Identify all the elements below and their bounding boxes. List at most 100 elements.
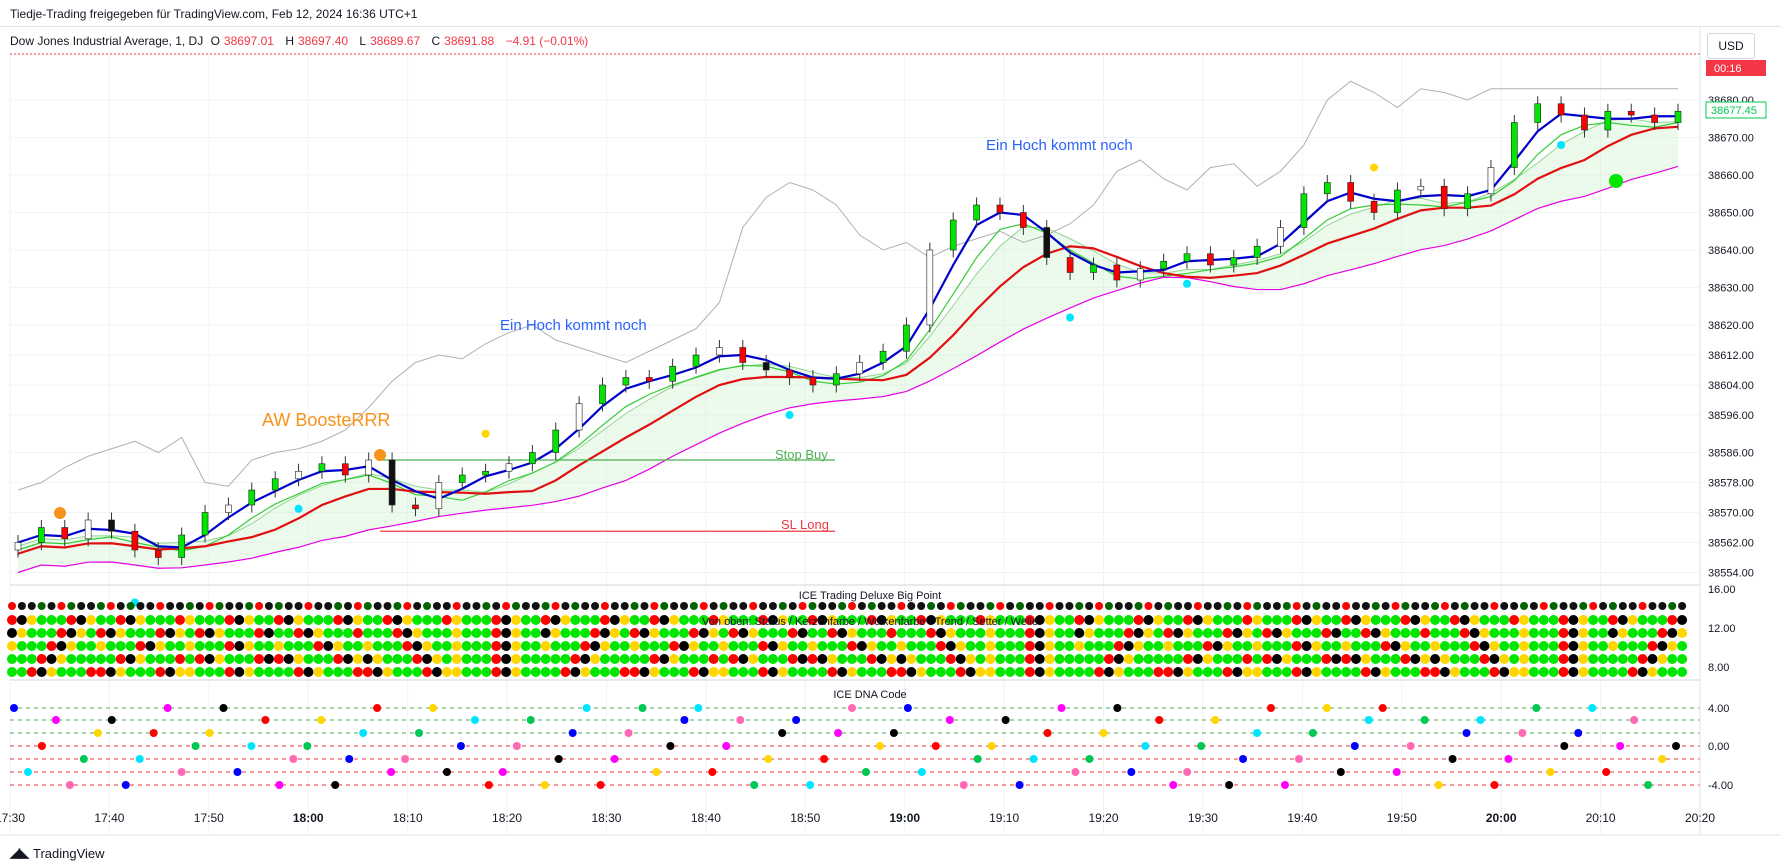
x-tick-label: 20:00 bbox=[1486, 811, 1517, 825]
status-dot bbox=[876, 667, 887, 677]
x-tick-label: 19:40 bbox=[1287, 811, 1317, 825]
big-point-dot bbox=[1460, 602, 1469, 610]
big-point-dot bbox=[1223, 602, 1232, 610]
price-axis[interactable]: 38680.0038670.0038660.0038650.0038640.00… bbox=[1699, 26, 1754, 835]
status-dot bbox=[1469, 641, 1480, 651]
big-point-dot bbox=[591, 602, 600, 610]
big-point-dot bbox=[1174, 602, 1183, 610]
status-dot bbox=[214, 667, 225, 677]
status-dot bbox=[115, 654, 126, 664]
annotation-sl-long: SL Long bbox=[781, 517, 829, 532]
status-dot bbox=[412, 628, 423, 638]
status-dot bbox=[1024, 654, 1035, 664]
status-dot bbox=[708, 654, 719, 664]
status-dot bbox=[343, 615, 353, 625]
big-point-dot bbox=[581, 602, 590, 610]
status-dot bbox=[1420, 654, 1431, 664]
status-dot bbox=[105, 615, 116, 625]
status-dot bbox=[1430, 628, 1441, 638]
status-dot bbox=[343, 654, 353, 664]
status-dot bbox=[283, 615, 294, 625]
candle-body bbox=[973, 204, 980, 221]
status-dot bbox=[273, 628, 284, 638]
status-dot bbox=[471, 628, 482, 638]
status-dot bbox=[728, 667, 739, 677]
status-dot bbox=[1637, 654, 1648, 664]
status-dot bbox=[856, 628, 867, 638]
status-dot bbox=[224, 641, 235, 651]
dna-dot bbox=[778, 729, 787, 737]
dna-dot bbox=[806, 781, 815, 789]
annotation-booster: AW BoosteRRR bbox=[262, 410, 390, 430]
annotation-stop-buy: Stop Buy bbox=[775, 447, 828, 462]
status-dot bbox=[669, 615, 680, 625]
x-tick-label: 17:40 bbox=[94, 811, 124, 825]
status-dot bbox=[412, 641, 423, 651]
dna-dot bbox=[722, 742, 731, 750]
status-dot bbox=[965, 667, 976, 677]
status-dot bbox=[1390, 654, 1401, 664]
status-dot bbox=[451, 628, 462, 638]
status-dot bbox=[1479, 654, 1490, 664]
big-point-dot bbox=[739, 602, 748, 610]
pane1-tick-label: 16.00 bbox=[1708, 584, 1736, 596]
status-dot bbox=[619, 654, 630, 664]
status-dot bbox=[451, 654, 462, 664]
status-dot bbox=[16, 641, 27, 651]
status-dot bbox=[313, 641, 324, 651]
status-dot bbox=[1410, 654, 1421, 664]
status-dot bbox=[1499, 641, 1510, 651]
status-dot bbox=[1538, 628, 1549, 638]
status-dot bbox=[1331, 667, 1342, 677]
status-dot bbox=[530, 615, 541, 625]
time-axis[interactable]: 17:30 17:40 17:50 18:00 18:10 18:20 18:30 18:40… bbox=[0, 811, 1781, 836]
tradingview-logo[interactable]: ◢◣ TradingView bbox=[10, 845, 105, 861]
status-dot bbox=[896, 628, 907, 638]
status-dot bbox=[639, 615, 650, 625]
status-dot bbox=[807, 641, 818, 651]
status-dot bbox=[1607, 641, 1618, 651]
big-point-dot bbox=[1006, 602, 1015, 610]
y-tick-label: 38620.00 bbox=[1708, 320, 1754, 332]
big-point-dot bbox=[1470, 602, 1479, 610]
y-tick-label: 38630.00 bbox=[1708, 283, 1754, 295]
big-point-dot bbox=[729, 602, 738, 610]
status-dot bbox=[1677, 654, 1688, 664]
big-point-dot bbox=[156, 602, 165, 610]
candle-body bbox=[786, 369, 793, 378]
status-dot bbox=[234, 641, 245, 651]
status-dot bbox=[1568, 667, 1579, 677]
status-dot bbox=[817, 654, 828, 664]
big-point-dot bbox=[452, 602, 461, 610]
dna-dot bbox=[638, 704, 647, 712]
status-dot bbox=[550, 628, 561, 638]
status-dot bbox=[738, 628, 749, 638]
status-dot bbox=[599, 615, 610, 625]
status-dot bbox=[1222, 667, 1233, 677]
status-dot bbox=[1607, 654, 1618, 664]
status-dot bbox=[935, 667, 946, 677]
status-dot bbox=[847, 667, 857, 677]
status-dot bbox=[511, 667, 521, 677]
status-dot bbox=[1281, 641, 1292, 651]
big-point-dot bbox=[610, 602, 619, 610]
status-dot bbox=[807, 628, 818, 638]
status-dot bbox=[738, 667, 749, 677]
candle-body bbox=[1066, 257, 1074, 273]
status-dot bbox=[1528, 628, 1539, 638]
status-dot bbox=[985, 641, 996, 651]
status-dot bbox=[1271, 628, 1282, 638]
dna-dot bbox=[1434, 781, 1443, 789]
status-dot bbox=[1657, 615, 1668, 625]
status-dot bbox=[1459, 628, 1470, 638]
status-dot bbox=[698, 628, 709, 638]
chart-canvas[interactable]: Ein Hoch kommt noch Ein Hoch kommt noch … bbox=[0, 0, 1781, 868]
big-point-dot bbox=[403, 602, 412, 610]
status-dot bbox=[985, 654, 996, 664]
status-dot bbox=[679, 628, 689, 638]
dna-dot bbox=[1420, 716, 1429, 724]
status-dot bbox=[1232, 628, 1243, 638]
status-dot bbox=[1578, 654, 1589, 664]
dna-dot bbox=[1308, 729, 1317, 737]
status-dot bbox=[1667, 615, 1678, 625]
